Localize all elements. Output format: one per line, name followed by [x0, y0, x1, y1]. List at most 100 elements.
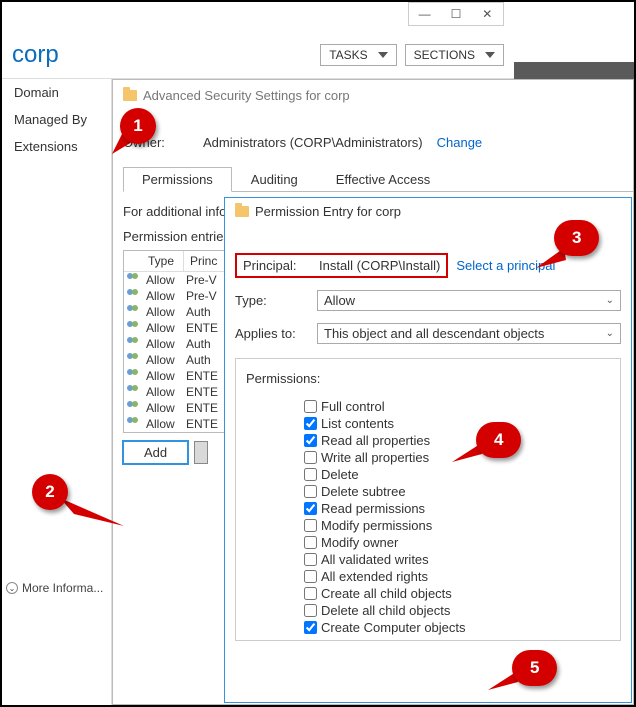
permission-checkbox[interactable]: Full control	[304, 398, 610, 415]
change-owner-link[interactable]: Change	[437, 135, 483, 150]
permission-checkbox[interactable]: Delete all child objects	[304, 602, 610, 619]
table-row[interactable]: AllowENTE	[124, 400, 227, 416]
app-frame: — ☐ ✕ corp TASKS SECTIONS Domain Managed…	[0, 0, 636, 707]
principal-label: Principal:	[243, 258, 307, 273]
caret-down-icon	[378, 52, 388, 58]
sidebar-item-domain[interactable]: Domain	[2, 79, 111, 106]
principal-highlight: Principal: Install (CORP\Install)	[235, 253, 448, 278]
checkbox-input[interactable]	[304, 434, 317, 447]
permission-checkbox[interactable]: Create all child objects	[304, 585, 610, 602]
people-icon	[124, 273, 142, 287]
checkbox-input[interactable]	[304, 400, 317, 413]
permissions-label: Permissions:	[246, 371, 610, 386]
callout-tail	[58, 496, 128, 532]
table-row[interactable]: AllowAuth	[124, 304, 227, 320]
row-type: Allow	[142, 289, 184, 303]
checkbox-input[interactable]	[304, 468, 317, 481]
maximize-button[interactable]: ☐	[440, 3, 471, 25]
checkbox-label: Create Computer objects	[321, 620, 466, 635]
folder-icon	[235, 206, 249, 217]
table-row[interactable]: AllowENTE	[124, 320, 227, 336]
permission-entry-window: Permission Entry for corp Principal: Ins…	[224, 197, 632, 703]
add-button[interactable]: Add	[123, 441, 188, 464]
permission-checkbox[interactable]: All validated writes	[304, 551, 610, 568]
page-title: corp	[2, 41, 59, 69]
checkbox-input[interactable]	[304, 536, 317, 549]
caret-down-icon	[485, 52, 495, 58]
table-row[interactable]: AllowAuth	[124, 352, 227, 368]
people-icon	[124, 289, 142, 303]
minimize-button[interactable]: —	[409, 3, 440, 25]
tab-auditing[interactable]: Auditing	[232, 167, 317, 192]
close-button[interactable]: ✕	[472, 3, 503, 25]
checkbox-label: Create all child objects	[321, 586, 452, 601]
permission-entry-title: Permission Entry for corp	[235, 204, 621, 219]
checkbox-label: All extended rights	[321, 569, 428, 584]
checkbox-label: All validated writes	[321, 552, 429, 567]
permission-checkbox[interactable]: All extended rights	[304, 568, 610, 585]
people-icon	[124, 385, 142, 399]
people-icon	[124, 401, 142, 415]
permission-checkbox[interactable]: Delete subtree	[304, 483, 610, 500]
checkbox-input[interactable]	[304, 417, 317, 430]
checkbox-label: Read all properties	[321, 433, 430, 448]
tab-permissions[interactable]: Permissions	[123, 167, 232, 192]
tasks-dropdown[interactable]: TASKS	[320, 44, 396, 66]
permission-checkbox[interactable]: Create Computer objects	[304, 619, 610, 636]
table-row[interactable]: AllowENTE	[124, 384, 227, 400]
checkbox-input[interactable]	[304, 519, 317, 532]
sidebar-item-managed-by[interactable]: Managed By	[2, 106, 111, 133]
chevron-icon: ⌄	[6, 582, 18, 594]
table-row[interactable]: AllowENTE	[124, 368, 227, 384]
sections-dropdown[interactable]: SECTIONS	[405, 44, 504, 66]
checkbox-input[interactable]	[304, 604, 317, 617]
people-icon	[124, 369, 142, 383]
permission-checkbox[interactable]: Delete	[304, 466, 610, 483]
checkbox-input[interactable]	[304, 485, 317, 498]
principal-value: Install (CORP\Install)	[319, 258, 440, 273]
sidebar-item-extensions[interactable]: Extensions	[2, 133, 111, 160]
checkbox-input[interactable]	[304, 570, 317, 583]
row-principal: ENTE	[184, 369, 227, 383]
table-row[interactable]: AllowENTE	[124, 416, 227, 432]
callout-4: 4	[476, 422, 521, 458]
row-principal: ENTE	[184, 417, 227, 431]
checkbox-input[interactable]	[304, 502, 317, 515]
table-row[interactable]: AllowPre-V	[124, 288, 227, 304]
permission-checkbox[interactable]: Read permissions	[304, 500, 610, 517]
checkbox-input[interactable]	[304, 553, 317, 566]
row-type: Allow	[142, 273, 184, 287]
checkbox-input[interactable]	[304, 621, 317, 634]
checkbox-label: Write all properties	[321, 450, 429, 465]
header: corp TASKS SECTIONS	[2, 32, 514, 79]
row-principal: ENTE	[184, 321, 227, 335]
row-principal: Pre-V	[184, 289, 227, 303]
tab-effective-access[interactable]: Effective Access	[317, 167, 449, 192]
row-principal: Auth	[184, 337, 227, 351]
people-icon	[124, 417, 142, 431]
row-principal: ENTE	[184, 401, 227, 415]
permissions-section: Permissions: Full controlList contentsRe…	[235, 358, 621, 641]
permission-grid[interactable]: Type Princ AllowPre-VAllowPre-VAllowAuth…	[123, 250, 228, 433]
people-icon	[124, 337, 142, 351]
permission-checkbox[interactable]: List contents	[304, 415, 610, 432]
checkbox-input[interactable]	[304, 451, 317, 464]
applies-to-select[interactable]: This object and all descendant objects⌄	[317, 323, 621, 344]
disabled-button	[194, 441, 208, 464]
table-row[interactable]: AllowAuth	[124, 336, 227, 352]
callout-5: 5	[512, 650, 557, 686]
people-icon	[124, 321, 142, 335]
checkbox-input[interactable]	[304, 587, 317, 600]
type-select[interactable]: Allow⌄	[317, 290, 621, 311]
checkbox-label: Modify owner	[321, 535, 398, 550]
table-row[interactable]: AllowPre-V	[124, 272, 227, 288]
more-information-expander[interactable]: ⌄ More Informa...	[6, 581, 103, 595]
row-type: Allow	[142, 369, 184, 383]
row-principal: ENTE	[184, 385, 227, 399]
folder-icon	[123, 90, 137, 101]
grid-header: Type Princ	[124, 251, 227, 272]
permission-checkbox[interactable]: Modify permissions	[304, 517, 610, 534]
permission-checkbox[interactable]: Modify owner	[304, 534, 610, 551]
row-type: Allow	[142, 305, 184, 319]
row-type: Allow	[142, 417, 184, 431]
